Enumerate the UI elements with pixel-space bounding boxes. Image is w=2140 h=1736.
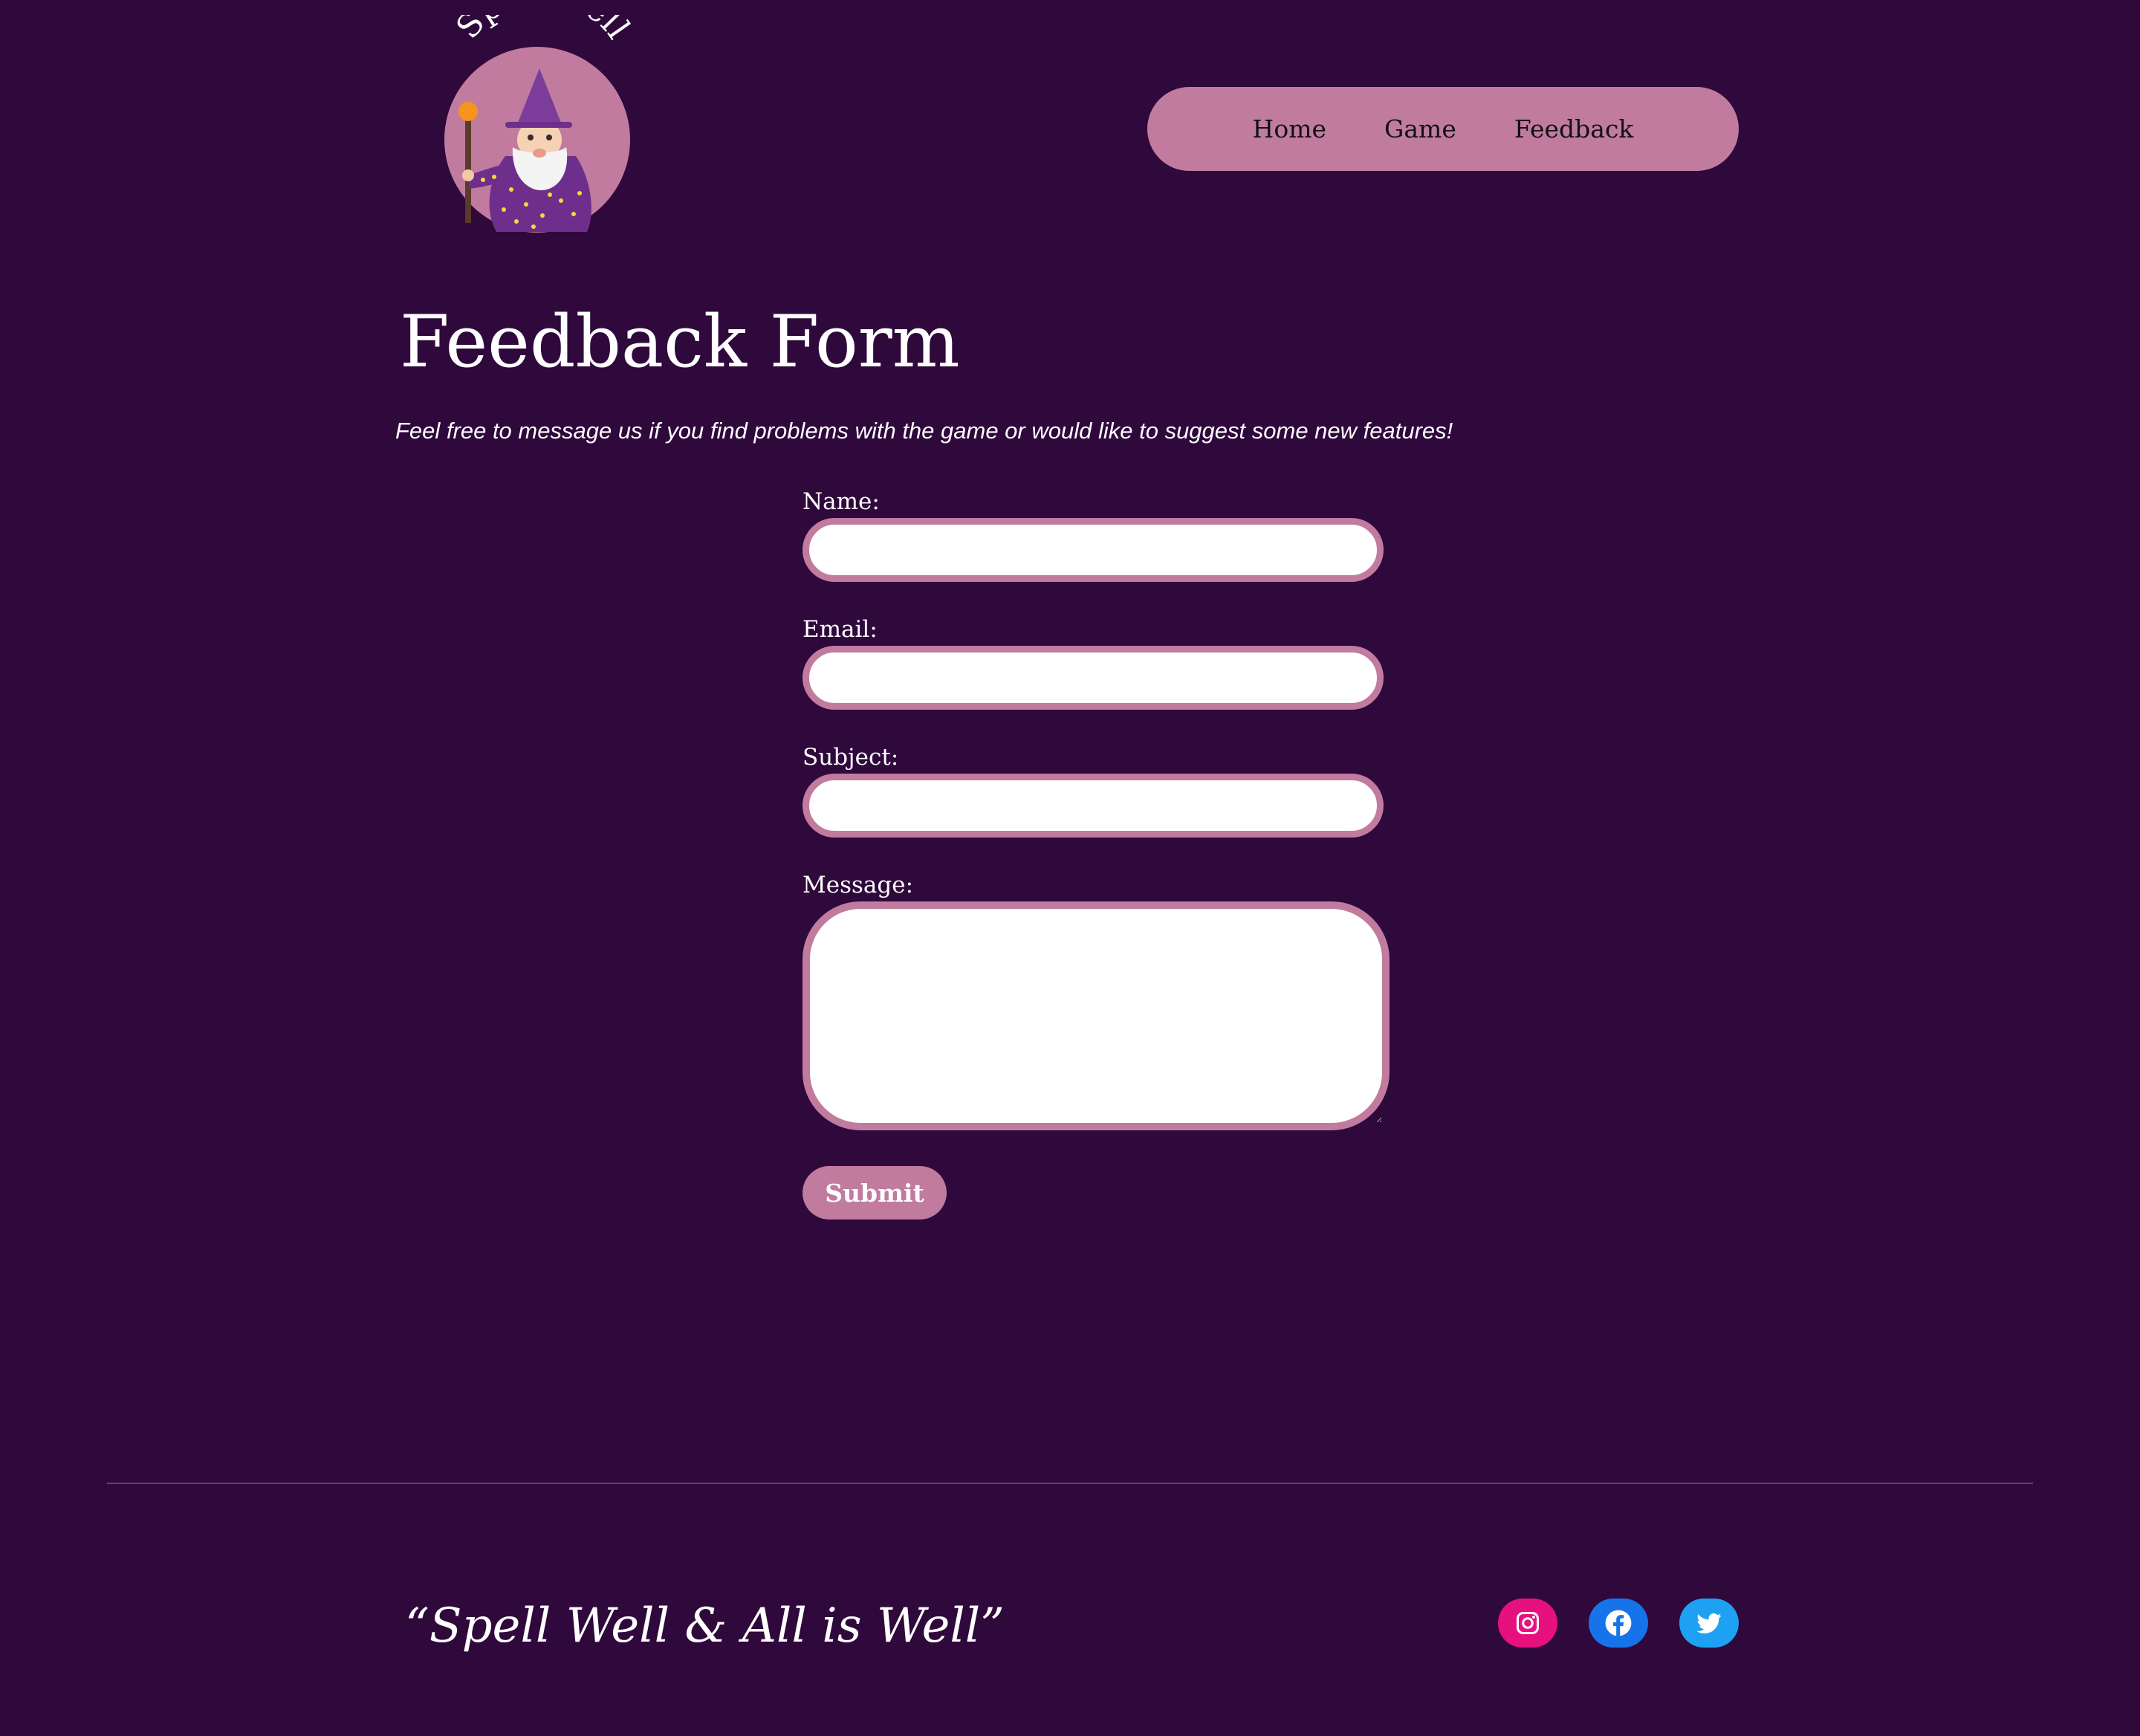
message-label: Message: (802, 872, 914, 898)
feedback-form: Name: Email: Subject: Message: Submit (802, 487, 1390, 1220)
twitter-icon (1696, 1613, 1722, 1633)
footer-divider (107, 1483, 2033, 1484)
facebook-icon (1605, 1610, 1632, 1636)
page-title: Feedback Form (400, 300, 960, 383)
message-field[interactable] (802, 901, 1390, 1130)
name-label: Name: (802, 488, 880, 515)
logo-text-path: Spell Well (449, 0, 637, 46)
subject-field[interactable] (802, 774, 1384, 838)
site-logo[interactable]: Spell Well (438, 0, 639, 238)
logo-text: Spell Well (449, 15, 637, 46)
instagram-icon (1517, 1612, 1539, 1634)
nav-link-game[interactable]: Game (1384, 114, 1456, 143)
twitter-link[interactable] (1679, 1599, 1739, 1648)
subject-label: Subject: (802, 744, 899, 771)
intro-text: Feel free to message us if you find prob… (395, 418, 1453, 444)
email-field[interactable] (802, 646, 1384, 710)
name-field[interactable] (802, 518, 1384, 582)
nav-link-home[interactable]: Home (1253, 114, 1326, 143)
facebook-link[interactable] (1589, 1599, 1648, 1648)
submit-button[interactable]: Submit (802, 1166, 947, 1220)
footer-tagline: “Spell Well & All is Well” (405, 1599, 1005, 1654)
nav-link-feedback[interactable]: Feedback (1514, 114, 1634, 143)
main-nav: Home Game Feedback (1147, 87, 1739, 171)
wizard-logo-icon: Spell Well (444, 0, 637, 233)
social-links (1498, 1599, 1739, 1648)
email-label: Email: (802, 616, 878, 643)
instagram-link[interactable] (1498, 1599, 1557, 1648)
